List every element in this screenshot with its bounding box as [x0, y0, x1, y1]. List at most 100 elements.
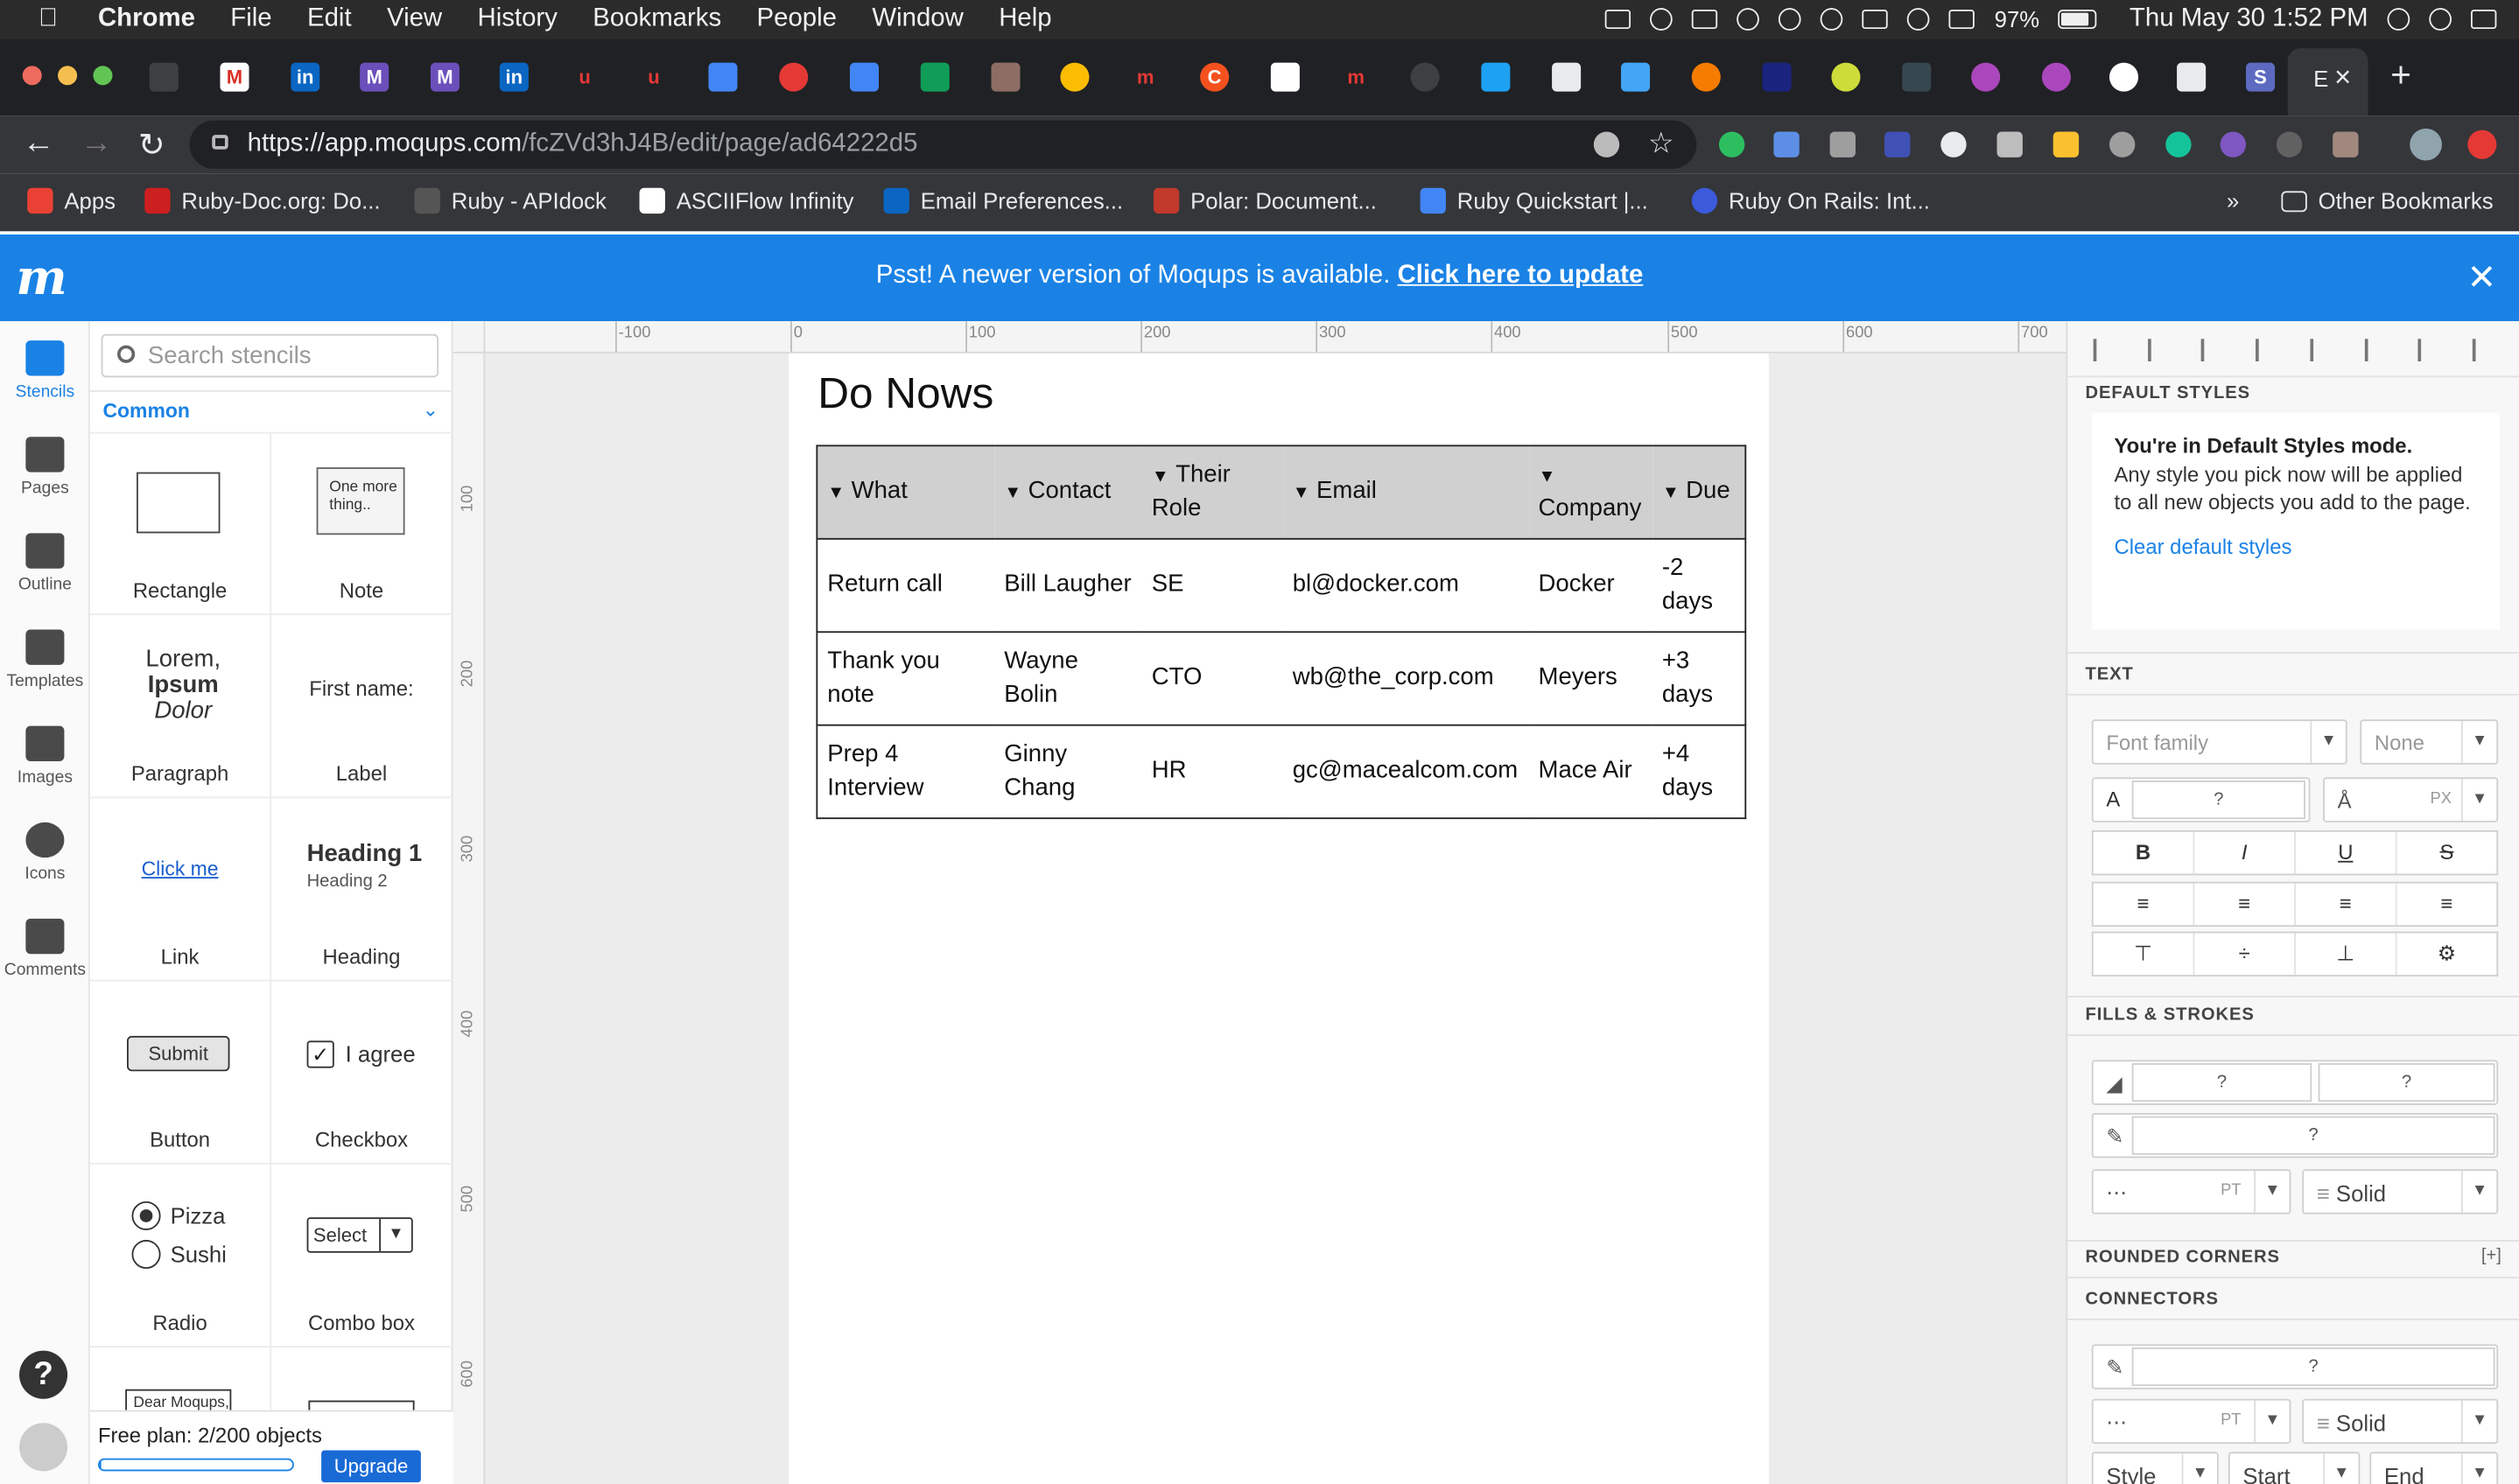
timer-icon[interactable]: [1650, 8, 1673, 31]
window-icon[interactable]: [1692, 10, 1718, 30]
extension-icon-1[interactable]: [1773, 131, 1800, 158]
gmail-tab-icon[interactable]: M: [220, 62, 249, 92]
table-cell[interactable]: HR: [1141, 724, 1283, 820]
menu-people[interactable]: People: [757, 5, 837, 34]
evernote-extension-icon[interactable]: [1718, 131, 1745, 158]
valign-bottom-icon[interactable]: ⊥: [2296, 933, 2397, 976]
sort-down-icon[interactable]: ▼: [1539, 466, 1556, 486]
keyboard-icon[interactable]: [1863, 10, 1889, 30]
bookmark-ruby-quickstart[interactable]: Ruby Quickstart |...: [1420, 187, 1648, 214]
linkedin-tab-icon-2[interactable]: in: [499, 62, 529, 92]
bookmark-email-preferences[interactable]: Email Preferences...: [883, 187, 1123, 214]
tab-icon-white[interactable]: [1270, 62, 1300, 92]
text-justify-icon[interactable]: ≡: [2397, 884, 2497, 926]
page-title[interactable]: Do Nows: [817, 369, 993, 419]
apple-icon[interactable]: : [32, 5, 65, 34]
bookmark-apps[interactable]: Apps: [27, 187, 116, 214]
update-link[interactable]: Click here to update: [1398, 262, 1644, 289]
sort-down-icon[interactable]: ▼: [1293, 483, 1310, 502]
docs-tab-icon[interactable]: [708, 62, 738, 92]
bookmark-polar[interactable]: Polar: Document...: [1153, 187, 1377, 214]
table-row[interactable]: Thank you note Wayne Bolin CTO wb@the_co…: [816, 631, 1747, 726]
tab-icon-yellow[interactable]: [1060, 62, 1090, 92]
stencil-note[interactable]: One more thing.. Note: [271, 432, 452, 615]
text-align-left-icon[interactable]: ≡: [2094, 883, 2195, 926]
minimize-window-button[interactable]: [58, 66, 78, 86]
table-cell[interactable]: Docker: [1528, 537, 1652, 634]
other-bookmarks[interactable]: Other Bookmarks: [2281, 188, 2494, 214]
stencil-checkbox[interactable]: ✓ I agree Checkbox: [271, 981, 452, 1164]
profile-avatar-icon[interactable]: [2410, 128, 2442, 161]
reload-icon[interactable]: ↻: [138, 125, 165, 165]
menu-view[interactable]: View: [387, 5, 442, 34]
strikethrough-button[interactable]: S: [2397, 832, 2497, 874]
connector-start-select[interactable]: Start ▼: [2228, 1452, 2361, 1484]
fill-color-picker[interactable]: ◢ ? ?: [2091, 1060, 2499, 1105]
rail-pages[interactable]: Pages: [0, 437, 90, 498]
connector-end-select[interactable]: End ▼: [2369, 1452, 2499, 1484]
connector-style-select[interactable]: ≡ Solid ▼: [2302, 1398, 2499, 1445]
tab-icon-purple[interactable]: [1971, 62, 2001, 92]
menu-window[interactable]: Window: [872, 5, 963, 34]
extension-icon-5[interactable]: [2052, 131, 2080, 158]
stencil-label[interactable]: First name: Label: [271, 615, 452, 798]
connector-type-select[interactable]: Style ▼: [2091, 1452, 2219, 1484]
moqups-tab-icon[interactable]: m: [1131, 63, 1160, 92]
table-cell[interactable]: Mace Air: [1528, 724, 1652, 820]
menu-app-name[interactable]: Chrome: [98, 5, 195, 34]
table-cell[interactable]: Thank you note: [816, 631, 995, 726]
bookmark-ruby-doc[interactable]: Ruby-Doc.org: Do...: [144, 187, 380, 214]
stencil-link[interactable]: Click me Link: [90, 798, 270, 981]
stencil-letter[interactable]: Dear Moqups,: [90, 1348, 270, 1410]
bold-button[interactable]: B: [2094, 831, 2195, 874]
do-nows-table[interactable]: ▼ What ▼ Contact ▼ Their Role ▼ Email ▼ Compa…: [816, 444, 1747, 820]
bookmark-asciiflow[interactable]: ASCIIFlow Infinity: [639, 187, 854, 214]
update-icon[interactable]: [2467, 130, 2497, 159]
distribute-vertical-icon[interactable]: [2473, 339, 2495, 361]
twitter-tab-icon[interactable]: [1481, 62, 1511, 92]
fill-color-value[interactable]: ?: [2131, 1063, 2312, 1102]
siri-icon[interactable]: [2429, 8, 2452, 31]
menu-history[interactable]: History: [478, 5, 558, 34]
extension-icon-2[interactable]: [1829, 131, 1856, 158]
sort-down-icon[interactable]: ▼: [1152, 466, 1169, 486]
document-tab-icon[interactable]: [1552, 62, 1582, 92]
table-cell[interactable]: Return call: [816, 537, 995, 634]
battery-icon[interactable]: [2059, 10, 2098, 30]
column-header-company[interactable]: ▼ Company: [1528, 444, 1652, 540]
extension-icon-6[interactable]: [2220, 131, 2247, 158]
bookmark-apidock[interactable]: Ruby - APIdock: [414, 187, 607, 214]
tab-icon-blue[interactable]: [1621, 62, 1651, 92]
table-row[interactable]: Prep 4 Interview Ginny Chang HR gc@macea…: [816, 724, 1747, 820]
document-tab-icon-2[interactable]: [2177, 62, 2207, 92]
column-header-contact[interactable]: ▼ Contact: [994, 444, 1142, 540]
align-middle-icon[interactable]: [2310, 339, 2333, 361]
close-banner-icon[interactable]: ✕: [2467, 257, 2497, 299]
menu-file[interactable]: File: [230, 5, 271, 34]
menu-edit[interactable]: Edit: [307, 5, 352, 34]
table-cell[interactable]: Bill Laugher: [994, 537, 1142, 634]
clock[interactable]: Thu May 30 1:52 PM: [2130, 5, 2368, 34]
sort-down-icon[interactable]: ▼: [827, 483, 845, 502]
table-cell[interactable]: SE: [1141, 537, 1283, 634]
table-cell[interactable]: CTO: [1141, 631, 1283, 726]
extension-icon-7[interactable]: [2276, 131, 2303, 158]
search-stencils-input[interactable]: Search stencils: [101, 333, 439, 378]
align-right-icon[interactable]: [2201, 339, 2224, 361]
grammarly-extension-icon[interactable]: [2165, 131, 2192, 158]
table-cell[interactable]: +4 days: [1652, 724, 1747, 820]
stencil-next[interactable]: [271, 1348, 452, 1410]
github-tab-icon[interactable]: [1410, 62, 1440, 92]
rail-stencils[interactable]: Stencils: [0, 340, 90, 402]
upgrade-button[interactable]: Upgrade: [321, 1450, 421, 1483]
rail-icons[interactable]: Icons: [0, 822, 90, 884]
align-bottom-icon[interactable]: [2364, 339, 2387, 361]
tab-icon-dark[interactable]: [1762, 62, 1792, 92]
rail-images[interactable]: Images: [0, 725, 90, 787]
text-align-center-icon[interactable]: ≡: [2194, 883, 2296, 926]
stencil-rectangle[interactable]: Rectangle: [90, 432, 270, 615]
udemy-tab-icon[interactable]: u: [571, 63, 600, 92]
font-size-input[interactable]: Å PX ▼: [2323, 777, 2499, 822]
table-cell[interactable]: Prep 4 Interview: [816, 724, 995, 820]
font-family-select[interactable]: Font family ▼: [2091, 719, 2347, 765]
